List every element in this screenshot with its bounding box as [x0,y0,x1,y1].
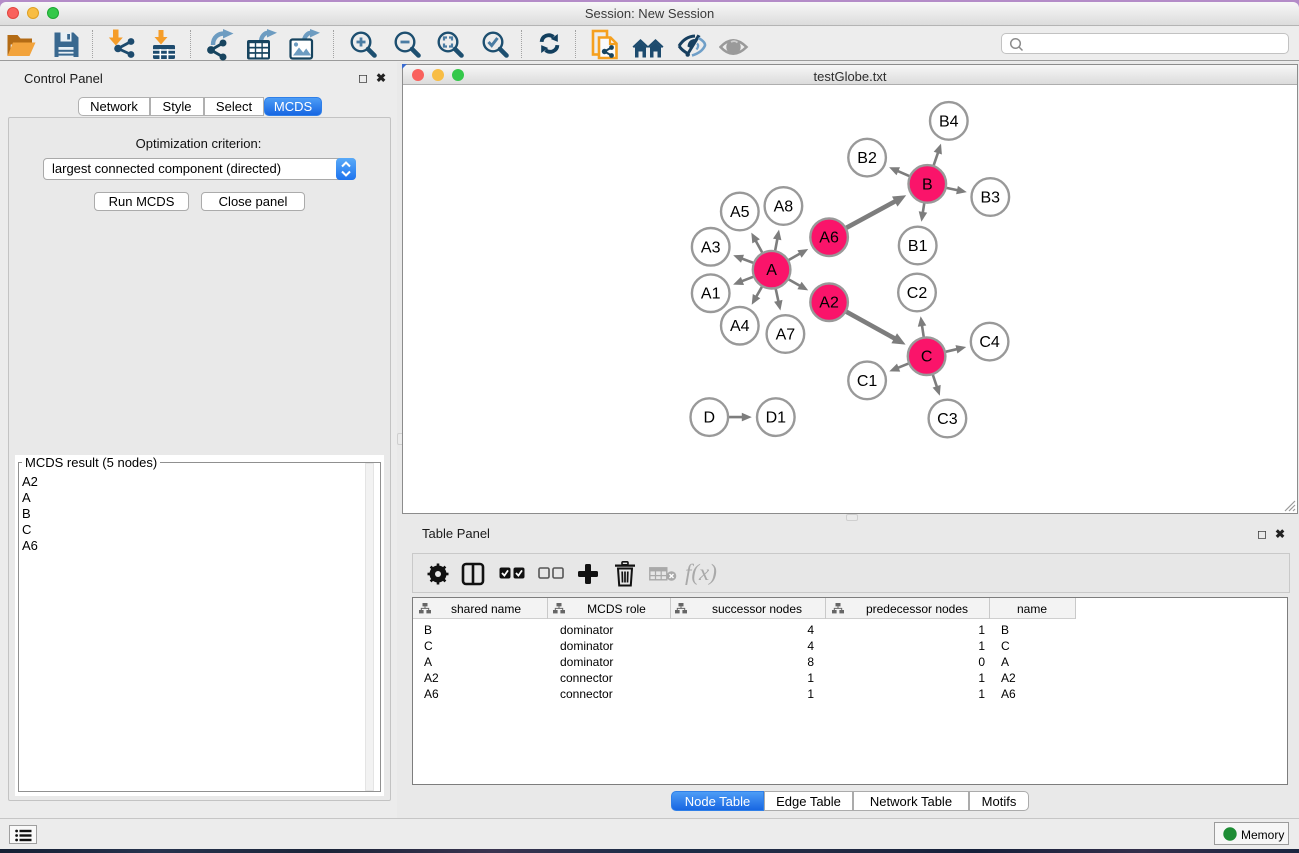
svg-text:A3: A3 [701,239,721,256]
svg-text:C3: C3 [937,411,958,428]
svg-text:C1: C1 [857,373,878,390]
svg-text:B3: B3 [981,190,1001,207]
svg-text:B2: B2 [857,150,877,167]
svg-text:A7: A7 [776,327,796,344]
svg-text:B: B [922,176,933,193]
svg-text:A6: A6 [819,230,839,247]
svg-text:D: D [704,410,716,427]
svg-text:C2: C2 [907,285,928,302]
svg-text:C4: C4 [979,334,1000,351]
svg-text:A: A [766,262,777,279]
svg-text:D1: D1 [766,410,787,427]
svg-text:A2: A2 [819,295,839,312]
svg-text:A8: A8 [774,199,794,216]
svg-text:A5: A5 [730,204,750,221]
svg-text:A1: A1 [701,286,721,303]
svg-text:A4: A4 [730,318,750,335]
svg-text:B4: B4 [939,113,959,130]
svg-text:C: C [921,349,933,366]
svg-text:B1: B1 [908,238,928,255]
